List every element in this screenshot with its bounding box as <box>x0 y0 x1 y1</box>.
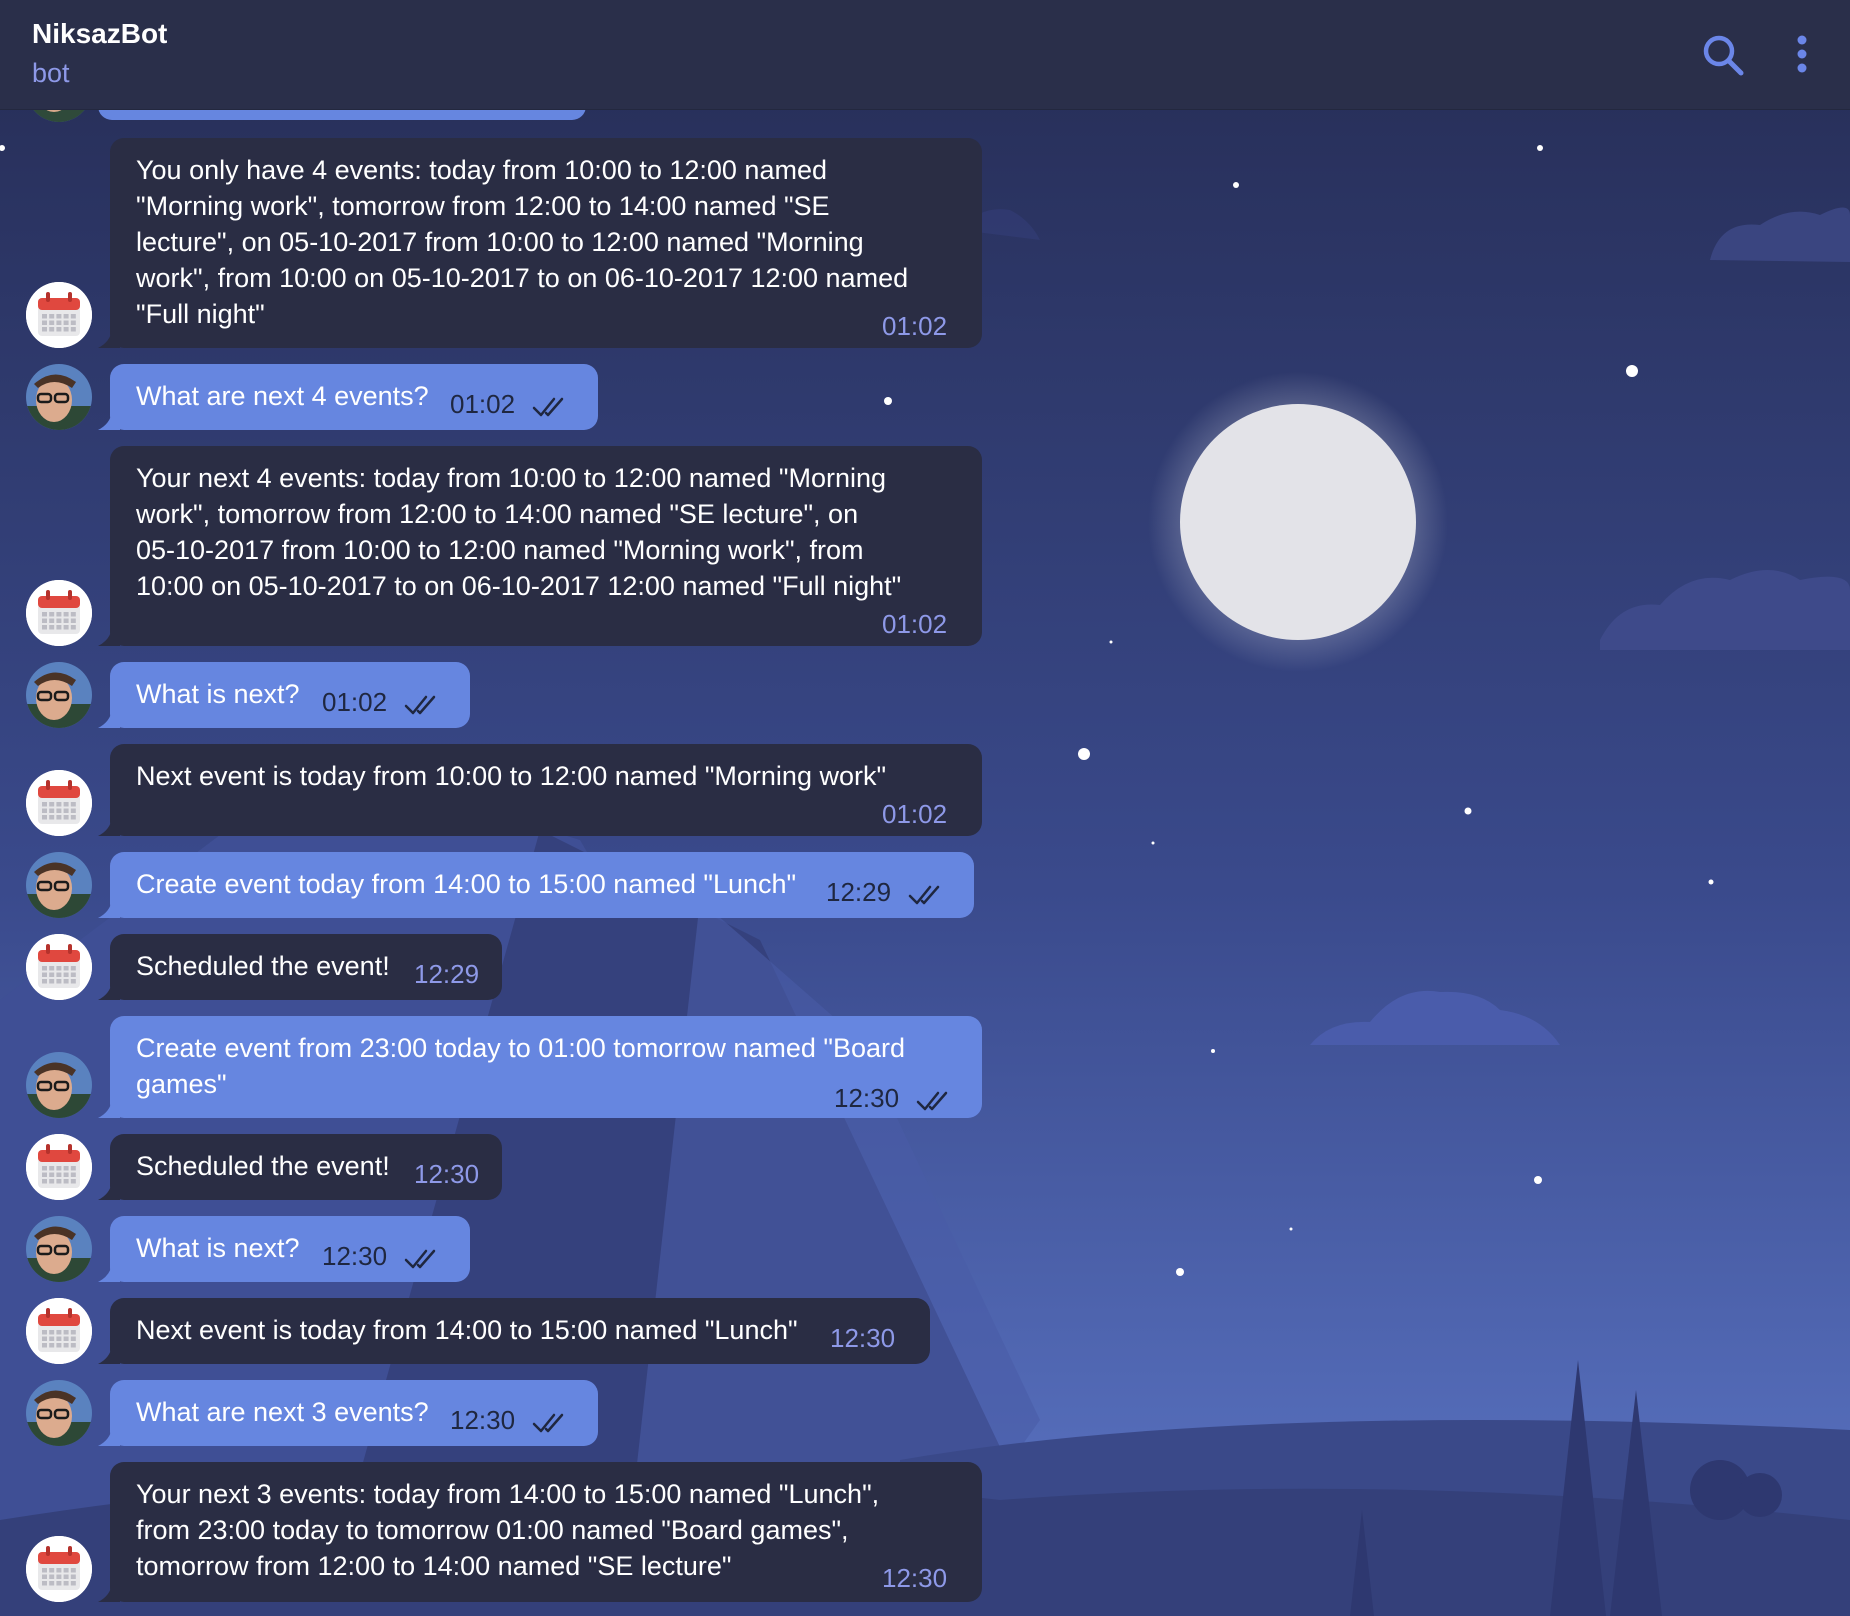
read-receipt-icon <box>532 392 572 417</box>
message-text: Create event today from 14:00 to 15:00 n… <box>136 869 797 899</box>
user-avatar[interactable] <box>26 1380 92 1446</box>
incoming-message[interactable]: Scheduled the event! 12:29 <box>110 934 502 1000</box>
search-button[interactable] <box>1700 32 1746 78</box>
message-text: What is next? <box>136 1233 300 1263</box>
message-text: What are next 3 events? <box>136 1397 429 1427</box>
incoming-message[interactable]: Your next 4 events: today from 10:00 to … <box>110 446 982 646</box>
outgoing-message[interactable]: What are next 3 events? 12:30 <box>110 1380 598 1446</box>
outgoing-message[interactable]: What is next? 12:30 <box>110 1216 470 1282</box>
outgoing-message[interactable]: What are next 4 events? 01:02 <box>110 364 598 430</box>
message-time: 01:02 <box>322 687 388 717</box>
message-time: 12:30 <box>834 1083 900 1113</box>
incoming-message[interactable]: Next event is today from 14:00 to 15:00 … <box>110 1298 930 1364</box>
user-avatar[interactable] <box>26 1216 92 1282</box>
message-text: Scheduled the event! <box>136 1151 390 1181</box>
outgoing-message[interactable]: Create event today from 14:00 to 15:00 n… <box>110 852 974 918</box>
message-time: 12:30 <box>882 1563 948 1593</box>
bubble-tail <box>98 628 120 650</box>
bubble-tail <box>98 1264 120 1286</box>
bot-avatar-calendar-icon[interactable] <box>26 1536 92 1602</box>
incoming-message[interactable]: Your next 3 events: today from 14:00 to … <box>110 1462 982 1602</box>
bubble-tail <box>98 1428 120 1450</box>
incoming-message[interactable]: Next event is today from 10:00 to 12:00 … <box>110 744 982 836</box>
message-text: Create event from 23:00 today to 01:00 t… <box>136 1033 906 1099</box>
chat-header: NiksazBot bot <box>0 0 1850 110</box>
bubble-tail <box>98 412 120 434</box>
user-avatar[interactable] <box>26 852 92 918</box>
bot-avatar-calendar-icon[interactable] <box>26 1298 92 1364</box>
chat-title[interactable]: NiksazBot <box>32 18 167 50</box>
message-text: Your next 4 events: today from 10:00 to … <box>136 463 902 601</box>
outgoing-message[interactable]: Create event from 23:00 today to 01:00 t… <box>110 1016 982 1118</box>
message-time: 01:02 <box>882 311 948 341</box>
more-menu-button[interactable] <box>1792 32 1812 78</box>
user-avatar[interactable] <box>26 364 92 430</box>
message-time: 01:02 <box>882 609 948 639</box>
message-time: 01:02 <box>882 799 948 829</box>
message-text: What is next? <box>136 679 300 709</box>
user-avatar[interactable] <box>26 1052 92 1118</box>
message-text: You only have 4 events: today from 10:00… <box>136 155 909 329</box>
bubble-tail <box>98 1584 120 1606</box>
message-time: 12:30 <box>450 1405 516 1435</box>
outgoing-message[interactable]: What is next? 01:02 <box>110 662 470 728</box>
more-vertical-icon <box>1797 35 1807 73</box>
bubble-tail <box>98 1346 120 1368</box>
message-text: Scheduled the event! <box>136 951 390 981</box>
bot-avatar-calendar-icon[interactable] <box>26 770 92 836</box>
bubble-tail <box>98 1182 120 1204</box>
user-avatar[interactable] <box>26 662 92 728</box>
bot-avatar-calendar-icon[interactable] <box>26 934 92 1000</box>
message-time: 01:02 <box>450 389 516 419</box>
read-receipt-icon <box>404 690 444 715</box>
message-text: Your next 3 events: today from 14:00 to … <box>136 1479 880 1581</box>
message-time: 12:30 <box>830 1323 896 1353</box>
read-receipt-icon <box>532 1408 572 1433</box>
read-receipt-icon <box>916 1086 956 1111</box>
bubble-tail <box>98 900 120 922</box>
search-icon <box>1703 35 1744 76</box>
message-text: What are next 4 events? <box>136 381 429 411</box>
read-receipt-icon <box>908 880 948 905</box>
bubble-tail <box>98 710 120 732</box>
bubble-tail <box>98 1100 120 1122</box>
incoming-message[interactable]: Scheduled the event! 12:30 <box>110 1134 502 1200</box>
bot-avatar-calendar-icon[interactable] <box>26 1134 92 1200</box>
message-time: 12:29 <box>826 877 892 907</box>
read-receipt-icon <box>404 1244 444 1269</box>
incoming-message[interactable]: You only have 4 events: today from 10:00… <box>110 138 982 348</box>
bubble-tail <box>98 982 120 1004</box>
chat-subtitle: bot <box>32 58 70 88</box>
bot-avatar-calendar-icon[interactable] <box>26 282 92 348</box>
bubble-tail <box>98 330 120 352</box>
message-text: Next event is today from 14:00 to 15:00 … <box>136 1315 798 1345</box>
bot-avatar-calendar-icon[interactable] <box>26 580 92 646</box>
message-time: 12:30 <box>322 1241 388 1271</box>
bubble-tail <box>98 818 120 840</box>
message-time: 12:30 <box>414 1159 480 1189</box>
message-time: 12:29 <box>414 959 480 989</box>
message-text: Next event is today from 10:00 to 12:00 … <box>136 761 887 791</box>
